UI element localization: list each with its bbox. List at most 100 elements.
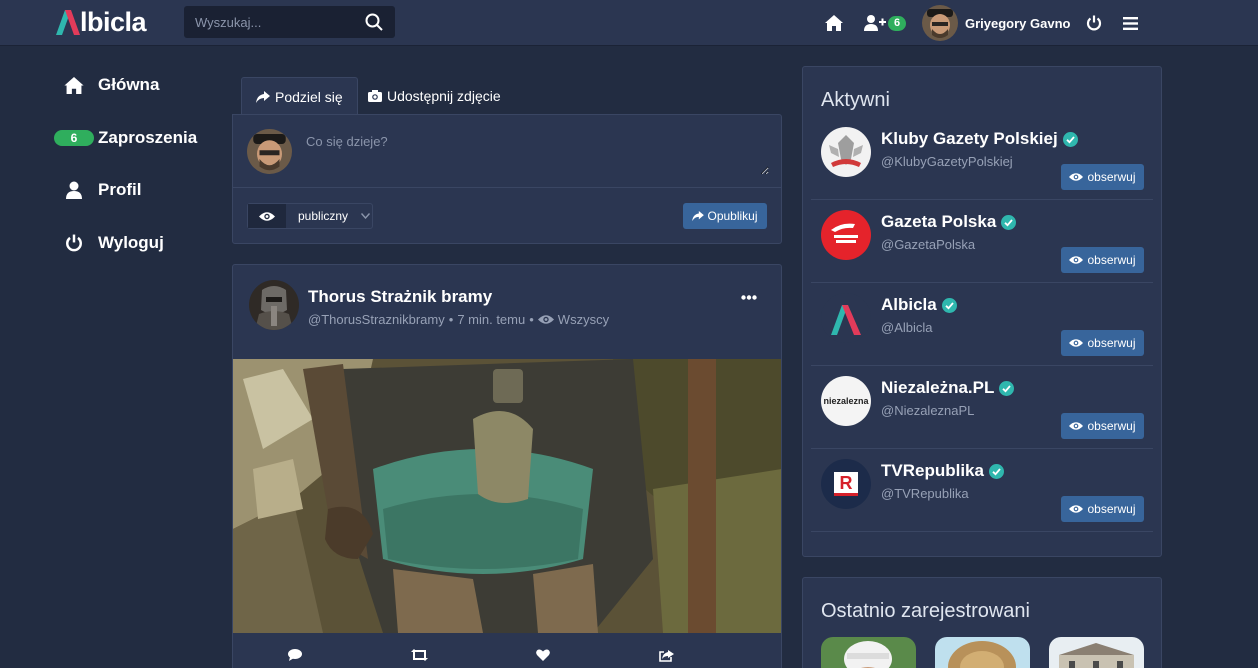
account-name: Albicla — [881, 295, 937, 314]
account-avatar[interactable]: R — [821, 459, 871, 509]
share-icon — [659, 650, 674, 662]
follow-button[interactable]: obserwuj — [1061, 330, 1144, 356]
follow-label: obserwuj — [1087, 253, 1136, 267]
verified-icon — [988, 463, 1004, 479]
repost-icon — [410, 649, 428, 661]
account-name-row[interactable]: Niezależna.PL — [881, 378, 1015, 398]
post-time[interactable]: 7 min. temu — [457, 312, 525, 327]
search-input[interactable] — [184, 6, 359, 38]
account-name: Gazeta Polska — [881, 212, 997, 231]
sidebar-item-logout[interactable]: Wyloguj — [54, 228, 164, 258]
post-image[interactable] — [233, 359, 781, 633]
account-avatar[interactable]: niezalezna — [821, 376, 871, 426]
eye-icon — [1069, 339, 1084, 347]
account-name: Kluby Gazety Polskiej — [881, 129, 1058, 148]
tab-label: Udostępnij zdjęcie — [387, 88, 501, 104]
account-avatar[interactable] — [821, 293, 871, 343]
post-author-avatar[interactable] — [249, 280, 299, 330]
eye-icon — [1069, 505, 1084, 513]
follow-label: obserwuj — [1087, 336, 1136, 350]
home-icon — [64, 76, 84, 94]
recent-user-avatar[interactable] — [935, 637, 1030, 668]
like-button[interactable] — [481, 649, 605, 662]
account-logo-text: niezalezna — [823, 396, 869, 406]
comment-button[interactable] — [233, 649, 357, 662]
post-author-name[interactable]: Thorus Strażnik bramy — [308, 287, 492, 307]
list-item: Albicla @Albicla obserwuj — [811, 283, 1153, 366]
logo[interactable]: lbicla — [56, 7, 147, 37]
follow-button[interactable]: obserwuj — [1061, 247, 1144, 273]
power-icon — [1086, 15, 1102, 31]
share-button[interactable] — [605, 649, 729, 662]
verified-icon — [1062, 131, 1078, 147]
eye-icon — [1069, 173, 1084, 181]
repost-button[interactable] — [357, 649, 481, 662]
invites-nav-button[interactable]: 6 — [864, 0, 906, 46]
verified-icon — [999, 380, 1015, 396]
tab-share[interactable]: Podziel się — [241, 77, 358, 115]
account-name-row[interactable]: Kluby Gazety Polskiej — [881, 129, 1078, 149]
invites-count-badge: 6 — [54, 130, 94, 146]
sidebar-item-label: Główna — [98, 75, 160, 94]
account-name-row[interactable]: TVRepublika — [881, 461, 1004, 481]
sidebar-item-label: Zaproszenia — [98, 128, 198, 147]
active-accounts-panel: Aktywni Kluby Gazety Polskiej @KlubyGaze… — [802, 66, 1162, 557]
sidebar-item-label: Wyloguj — [98, 233, 164, 252]
account-avatar[interactable] — [821, 210, 871, 260]
logo-text: lbicla — [80, 7, 147, 37]
sidebar-item-profile[interactable]: Profil — [54, 175, 141, 205]
eye-icon — [537, 315, 554, 324]
sidebar-item-home[interactable]: Główna — [54, 70, 159, 100]
recent-user-avatar[interactable] — [1049, 637, 1144, 668]
menu-icon — [1123, 16, 1138, 30]
account-handle: @KlubyGazetyPolskiej — [881, 154, 1013, 169]
follow-label: obserwuj — [1087, 170, 1136, 184]
power-icon — [66, 234, 82, 252]
separator-dot: • — [529, 312, 534, 327]
home-nav-button[interactable] — [825, 0, 843, 46]
follow-button[interactable]: obserwuj — [1061, 413, 1144, 439]
post-options-button[interactable] — [741, 295, 757, 300]
sidebar-item-invites[interactable]: 6 Zaproszenia — [54, 123, 197, 153]
tab-share-photo[interactable]: Udostępnij zdjęcie — [354, 77, 515, 115]
verified-icon — [941, 297, 957, 313]
follow-label: obserwuj — [1087, 419, 1136, 433]
user-menu[interactable]: Griyegory Gavno — [922, 0, 1070, 46]
account-name-row[interactable]: Gazeta Polska — [881, 212, 1017, 232]
follow-button[interactable]: obserwuj — [1061, 496, 1144, 522]
search-box — [184, 6, 395, 38]
separator-dot: • — [448, 312, 454, 327]
menu-button[interactable] — [1123, 0, 1138, 46]
chevron-down-icon — [361, 213, 371, 219]
account-name: TVRepublika — [881, 461, 984, 480]
post-text-input[interactable] — [297, 129, 769, 175]
post-author-handle[interactable]: @ThorusStraznikbramy — [308, 312, 445, 327]
verified-icon — [1001, 214, 1017, 230]
post-actions — [233, 649, 781, 662]
logout-nav-button[interactable] — [1086, 0, 1102, 46]
panel-title: Ostatnio zarejestrowani — [821, 600, 1030, 622]
home-icon — [825, 15, 843, 31]
user-plus-icon — [864, 15, 886, 31]
list-item: Kluby Gazety Polskiej @KlubyGazetyPolski… — [811, 117, 1153, 200]
account-handle: @GazetaPolska — [881, 237, 976, 252]
publish-button[interactable]: Opublikuj — [683, 203, 767, 229]
follow-button[interactable]: obserwuj — [1061, 164, 1144, 190]
sidebar-item-label: Profil — [98, 180, 142, 199]
recent-user-avatar[interactable] — [821, 637, 916, 668]
search-icon[interactable] — [365, 13, 383, 31]
eye-icon — [1069, 422, 1084, 430]
account-name-row[interactable]: Albicla — [881, 295, 957, 315]
account-avatar[interactable] — [821, 127, 871, 177]
comment-icon — [288, 649, 302, 661]
user-icon — [66, 181, 82, 199]
share-icon — [256, 90, 270, 103]
camera-icon — [368, 90, 382, 102]
post-card: Thorus Strażnik bramy @ThorusStraznikbra… — [232, 264, 782, 668]
visibility-select[interactable]: publiczny — [247, 203, 373, 229]
list-item: Gazeta Polska @GazetaPolska obserwuj — [811, 200, 1153, 283]
follow-label: obserwuj — [1087, 502, 1136, 516]
user-name: Griyegory Gavno — [965, 15, 1071, 31]
divider — [233, 187, 781, 188]
invites-count-badge: 6 — [888, 15, 906, 31]
